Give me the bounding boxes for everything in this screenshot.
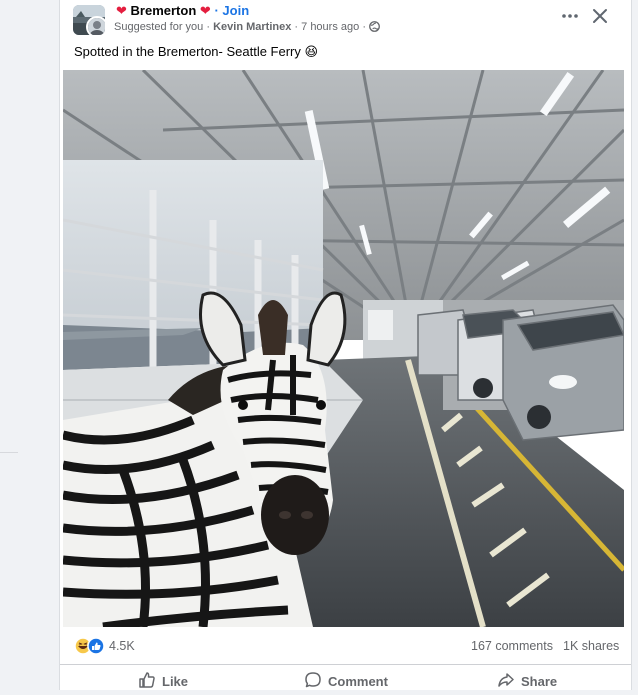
- post-actions: Like Comment Share: [60, 664, 631, 695]
- group-avatar[interactable]: [73, 5, 105, 35]
- shares-count[interactable]: 1K shares: [563, 639, 619, 653]
- post-header: ❤ Bremerton ❤ · Join Suggested for you ·…: [60, 0, 631, 40]
- post-time[interactable]: 7 hours ago: [301, 21, 359, 33]
- post-stats: 4.5K 167 comments 1K shares: [60, 630, 631, 660]
- left-divider: [0, 452, 18, 453]
- meta-line: Suggested for you · Kevin Martinex · 7 h…: [114, 21, 380, 35]
- reaction-count[interactable]: 4.5K: [109, 639, 135, 653]
- comment-button[interactable]: Comment: [304, 671, 388, 689]
- post-card: ❤ Bremerton ❤ · Join Suggested for you ·…: [59, 0, 632, 690]
- separator-dot: ·: [362, 21, 366, 33]
- reaction-icons[interactable]: [74, 637, 106, 655]
- like-button[interactable]: Like: [138, 671, 188, 689]
- post-caption: Spotted in the Bremerton- Seattle Ferry …: [74, 44, 319, 59]
- separator-dot: ·: [214, 3, 219, 18]
- post-photo[interactable]: [63, 70, 624, 627]
- suggested-label: Suggested for you: [114, 21, 204, 33]
- comments-count[interactable]: 167 comments: [471, 639, 553, 653]
- heart-icon: ❤: [199, 3, 211, 18]
- heart-icon: ❤: [116, 3, 127, 18]
- author-name[interactable]: Kevin Martinex: [213, 21, 291, 33]
- share-icon: [498, 673, 514, 687]
- join-link[interactable]: Join: [222, 3, 249, 18]
- comment-icon: [305, 672, 321, 688]
- like-icon: [139, 672, 155, 688]
- author-avatar[interactable]: [86, 16, 105, 35]
- more-options-icon[interactable]: [560, 6, 580, 26]
- separator-dot: ·: [294, 21, 299, 33]
- globe-icon: [369, 21, 380, 35]
- close-icon[interactable]: [590, 6, 610, 26]
- share-button[interactable]: Share: [497, 671, 557, 689]
- group-line: ❤ Bremerton ❤ · Join: [116, 3, 249, 19]
- separator-dot: ·: [206, 21, 211, 33]
- group-name[interactable]: Bremerton: [131, 3, 197, 18]
